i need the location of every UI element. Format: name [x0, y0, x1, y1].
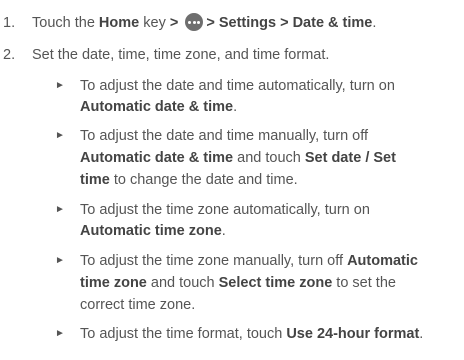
bullet-4-setting-part-2: time zone [80, 275, 147, 291]
bullet-1-line-1: To adjust the date and time automaticall… [80, 76, 395, 96]
step-1-home: Home [98, 15, 140, 31]
bullet-3-line-2: Automatic time zone. [80, 221, 226, 241]
bullet-2-setting: Automatic date & time [80, 150, 234, 166]
step-2-number: 2. [3, 47, 16, 63]
step-1-gt: > [169, 15, 179, 31]
step-1-path: > Settings > Date & time [206, 15, 373, 31]
apps-icon [185, 13, 204, 31]
bullet-2-text-end: to change the date and time. [113, 172, 298, 188]
bullet-4-text: To adjust the time zone manually, turn o… [80, 253, 344, 269]
bullet-3-text: To adjust the time zone automatically, t… [80, 202, 370, 218]
bullet-2-text: To adjust the date and time manually, tu… [80, 128, 369, 144]
step-1-key: key [143, 15, 166, 31]
step-1-number: 1. [3, 15, 16, 31]
bullet-1-period: . [233, 99, 238, 115]
bullet-marker: ► [55, 328, 65, 339]
bullet-2-line-2: Automatic date & time and touch Set date… [80, 148, 396, 168]
bullet-1-text: To adjust the date and time automaticall… [80, 78, 395, 94]
bullet-2-set-time-part-1: Set [373, 150, 396, 166]
bullet-4-select-time-zone: Select time zone [218, 275, 333, 291]
bullet-marker: ► [55, 130, 65, 141]
step-1-text: Touch the Home key > > Settings > Date &… [32, 13, 376, 33]
bullet-5-period: . [419, 326, 424, 342]
bullet-4-line-2: time zone and touch Select time zone to … [80, 273, 396, 293]
bullet-marker: ► [55, 204, 65, 215]
bullet-3-setting: Automatic time zone [80, 223, 222, 239]
bullet-4-text-to-set: to set the [336, 275, 396, 291]
bullet-2-set-time-part-2: time [80, 172, 110, 188]
bullet-2-line-3: time to change the date and time. [80, 170, 298, 190]
bullet-2-set-date: Set date [304, 150, 362, 166]
step-1-touch: Touch the [32, 15, 95, 31]
bullet-marker: ► [55, 255, 65, 266]
bullet-4-text-and-touch: and touch [150, 275, 215, 291]
bullet-2-separator: / [365, 150, 370, 166]
step-2-text: Set the date, time, time zone, and time … [32, 47, 330, 63]
bullet-3-line-1: To adjust the time zone automatically, t… [80, 200, 370, 220]
bullet-2-line-1: To adjust the date and time manually, tu… [80, 126, 368, 146]
bullet-1-setting: Automatic date & time [80, 99, 234, 115]
bullet-4-line-1: To adjust the time zone manually, turn o… [80, 251, 418, 271]
bullet-4-setting-part-1: Automatic [347, 253, 418, 269]
bullet-2-text-and-touch: and touch [237, 150, 301, 166]
bullet-5-line-1: To adjust the time format, touch Use 24-… [80, 324, 423, 344]
step-1-period: . [372, 15, 377, 31]
bullet-5-setting: Use 24-hour format [286, 326, 420, 342]
bullet-1-line-2: Automatic date & time. [80, 97, 237, 117]
bullet-4-text-end: correct time zone. [80, 297, 196, 313]
bullet-marker: ► [55, 80, 65, 91]
bullet-5-text: To adjust the time format, touch [80, 326, 283, 342]
bullet-3-period: . [221, 223, 226, 239]
bullet-4-line-3: correct time zone. [80, 295, 195, 315]
